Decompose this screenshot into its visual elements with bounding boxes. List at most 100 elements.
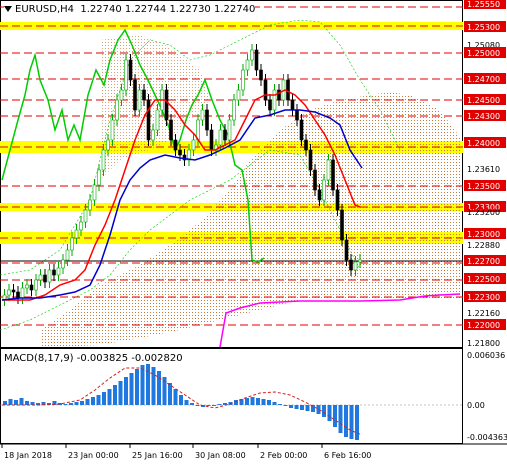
- candle-body: [65, 249, 70, 261]
- candle-body: [259, 69, 263, 81]
- candle-body: [47, 269, 52, 283]
- macd-bar: [333, 405, 337, 427]
- macd-bar: [322, 405, 326, 417]
- price-label: 1.23500: [467, 182, 500, 191]
- candle-body: [29, 284, 34, 291]
- candle-body: [16, 291, 20, 299]
- macd-bar: [102, 392, 106, 405]
- macd-bar: [124, 377, 128, 405]
- chart-title: EURUSD,H4 1.22740 1.22744 1.22730 1.2274…: [4, 4, 256, 15]
- price-label: 1.22000: [467, 321, 500, 330]
- macd-bar: [140, 365, 145, 405]
- candle-body: [164, 89, 169, 121]
- candle-body: [241, 69, 245, 91]
- candle-body: [277, 89, 281, 101]
- macd-bar: [190, 403, 194, 405]
- ohlc-values: 1.22740 1.22744 1.22730 1.22740: [80, 4, 256, 15]
- candle-body: [137, 89, 142, 111]
- macd-bar: [19, 398, 24, 405]
- candle-body: [254, 49, 259, 71]
- candle-body: [119, 89, 124, 101]
- candle-body: [286, 79, 290, 101]
- macd-bar: [272, 402, 277, 405]
- macd-bar: [80, 401, 84, 405]
- candle-body: [191, 139, 196, 151]
- macd-bar: [107, 389, 112, 405]
- chart-canvas[interactable]: 1.255501.253001.250801.250001.247001.245…: [0, 0, 507, 466]
- macd-bar: [91, 397, 95, 405]
- candle-body: [88, 199, 92, 211]
- macd-bar: [245, 398, 249, 405]
- macd-bar: [338, 405, 343, 433]
- candle-body: [331, 159, 335, 191]
- macd-bar: [349, 405, 354, 439]
- dropdown-triangle-icon[interactable]: [4, 6, 12, 12]
- macd-bar: [355, 405, 359, 440]
- price-label: 1.24300: [467, 112, 500, 121]
- candle-body: [178, 149, 182, 156]
- candle-body: [335, 189, 340, 211]
- candle-body: [205, 109, 209, 131]
- macd-bar: [217, 404, 222, 405]
- macd-bar: [118, 381, 123, 405]
- candle-body: [106, 139, 110, 151]
- macd-bar: [135, 369, 139, 405]
- price-label: 1.24000: [467, 139, 500, 148]
- symbol-timeframe: EURUSD,H4: [15, 4, 75, 15]
- price-label: 1.24700: [467, 75, 500, 84]
- macd-bar: [289, 405, 293, 408]
- candle-body: [223, 129, 227, 141]
- candle-body: [38, 274, 43, 281]
- price-label: 1.23200: [467, 208, 500, 217]
- candle-body: [313, 169, 317, 191]
- macd-bar: [212, 405, 216, 406]
- candle-body: [146, 99, 151, 141]
- candle-body: [200, 109, 205, 121]
- candle-body: [11, 289, 16, 293]
- candle-body: [326, 159, 331, 181]
- candle-body: [101, 149, 106, 171]
- candle-body: [344, 239, 349, 261]
- candle-body: [353, 261, 358, 271]
- candle-body: [349, 259, 353, 271]
- candle-body: [340, 209, 344, 241]
- candle-body: [169, 119, 173, 141]
- macd-bar: [151, 367, 156, 405]
- macd-bar: [283, 405, 288, 406]
- candle-body: [79, 221, 83, 231]
- macd-scale-zero: 0.00: [467, 401, 485, 410]
- time-label: 18 Jan 2018: [4, 451, 52, 460]
- macd-bar: [146, 363, 150, 405]
- macd-bar: [344, 405, 348, 437]
- candle-body: [83, 209, 88, 223]
- price-label: 1.25550: [467, 0, 500, 9]
- macd-bar: [195, 405, 200, 406]
- macd-bar: [63, 404, 68, 405]
- candle-body: [304, 139, 308, 151]
- time-label: 23 Jan 00:00: [68, 451, 119, 460]
- price-axis: 1.255501.253001.250801.250001.247001.245…: [464, 0, 506, 348]
- candle-body: [52, 269, 56, 276]
- candle-body: [209, 129, 214, 151]
- price-label: 1.25300: [467, 23, 500, 32]
- candle-body: [74, 229, 79, 239]
- time-label: 30 Jan 08:00: [195, 451, 246, 460]
- candle-body: [155, 109, 160, 131]
- candle-body: [272, 89, 277, 111]
- price-label: 1.23000: [467, 230, 500, 239]
- time-axis: 18 Jan 2018 23 Jan 00:00 25 Jan 16:00 30 Ja…: [1, 444, 371, 460]
- macd-bar: [14, 400, 18, 405]
- macd-bar: [250, 397, 255, 405]
- candle-body: [70, 237, 74, 251]
- time-label: 2 Feb 00:00: [260, 451, 307, 460]
- price-label: 1.22880: [467, 241, 500, 250]
- candle-body: [295, 109, 299, 121]
- candle-body: [7, 289, 11, 296]
- time-label: 6 Feb 16:00: [324, 451, 371, 460]
- macd-axis: 0.006036 0.00 -0.004363: [467, 351, 507, 442]
- candle-body: [142, 89, 146, 101]
- macd-bar: [173, 389, 178, 405]
- macd-bar: [85, 399, 90, 405]
- candle-body: [232, 99, 236, 121]
- macd-bar: [129, 373, 134, 405]
